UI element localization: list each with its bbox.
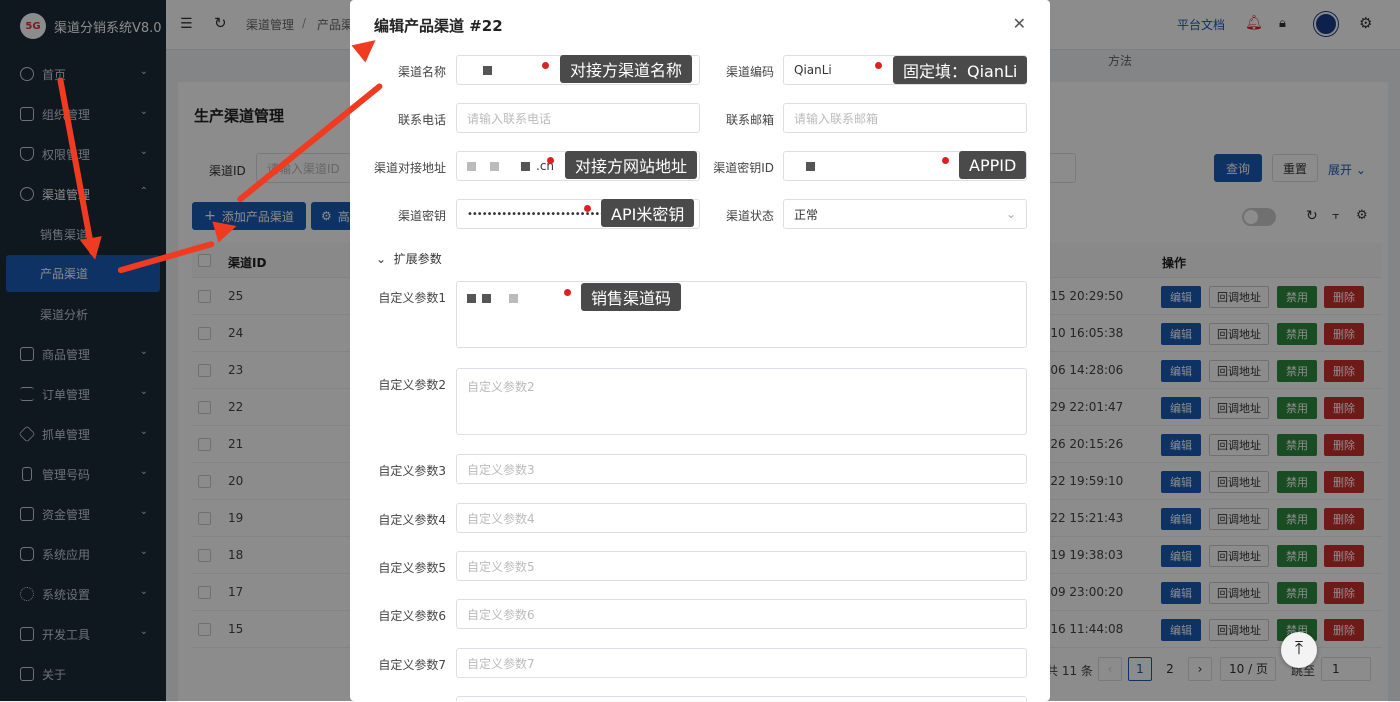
annotation-appid: APPID <box>959 151 1027 179</box>
field-label: 联系邮箱 <box>725 113 774 127</box>
annotation-param1: 销售渠道码 <box>581 283 682 311</box>
field-label: 自定义参数3 <box>378 464 446 478</box>
annotation-dot <box>547 157 554 164</box>
custom-param-4-input[interactable]: 自定义参数4 <box>456 503 1027 533</box>
field-label: 自定义参数1 <box>378 291 446 305</box>
field-label: 自定义参数6 <box>378 609 446 623</box>
custom-param-7-input[interactable]: 自定义参数7 <box>456 648 1027 678</box>
custom-param-8-input[interactable] <box>456 696 1027 701</box>
redacted-text <box>509 294 518 303</box>
custom-param-1-textarea[interactable] <box>456 281 1027 348</box>
status-select[interactable]: 正常 ⌄ <box>783 199 1027 229</box>
custom-param-6-input[interactable]: 自定义参数6 <box>456 599 1027 629</box>
edit-channel-modal: 编辑产品渠道 #22 ✕ 渠道名称 渠道编码 QianLi 联系电话 请输入联系… <box>350 0 1050 701</box>
redacted-text <box>483 65 492 75</box>
annotation-arrow-head <box>80 236 106 262</box>
field-label: 自定义参数7 <box>378 658 446 672</box>
redacted-text <box>806 161 815 171</box>
redacted-text <box>521 161 530 171</box>
modal-title: 编辑产品渠道 #22 <box>374 17 503 35</box>
field-label: 渠道对接地址 <box>373 161 446 175</box>
annotation-code: 固定填：QianLi <box>893 56 1028 84</box>
annotation-secret: API米密钥 <box>601 199 695 227</box>
annotation-name: 对接方渠道名称 <box>560 55 693 83</box>
redacted-text <box>467 161 476 171</box>
custom-param-2-textarea[interactable]: 自定义参数2 <box>456 368 1027 435</box>
redacted-text <box>467 294 476 303</box>
redacted-text <box>482 294 491 303</box>
back-to-top-icon[interactable]: ⤒ <box>1281 632 1317 668</box>
annotation-dot <box>542 62 549 69</box>
field-label: 渠道编码 <box>725 65 774 79</box>
annotation-dot <box>584 205 591 212</box>
custom-param-5-input[interactable]: 自定义参数5 <box>456 551 1027 581</box>
custom-param-3-input[interactable]: 自定义参数3 <box>456 454 1027 484</box>
email-input[interactable]: 请输入联系邮箱 <box>783 103 1027 133</box>
field-label: 自定义参数4 <box>378 513 446 527</box>
annotation-dot <box>564 289 571 296</box>
field-label: 联系电话 <box>397 113 446 127</box>
extension-toggle-label: 扩展参数 <box>393 252 442 266</box>
annotation-url: 对接方网站地址 <box>565 151 698 179</box>
field-label: 自定义参数5 <box>378 561 446 575</box>
status-value: 正常 <box>794 207 819 222</box>
field-label: 渠道密钥ID <box>713 161 774 175</box>
field-label: 渠道密钥 <box>397 209 446 223</box>
close-icon[interactable]: ✕ <box>1013 14 1026 33</box>
chevron-down-icon: ⌄ <box>1005 207 1016 221</box>
redacted-text <box>490 161 499 171</box>
phone-input[interactable]: 请输入联系电话 <box>456 103 700 133</box>
field-label: 自定义参数2 <box>378 378 446 392</box>
chevron-down-icon: ⌄ <box>376 252 387 266</box>
annotation-dot <box>942 157 949 164</box>
extension-toggle[interactable]: ⌄ 扩展参数 <box>376 250 442 267</box>
field-label: 渠道状态 <box>725 209 774 223</box>
field-label: 渠道名称 <box>397 65 446 79</box>
annotation-dot <box>875 62 882 69</box>
